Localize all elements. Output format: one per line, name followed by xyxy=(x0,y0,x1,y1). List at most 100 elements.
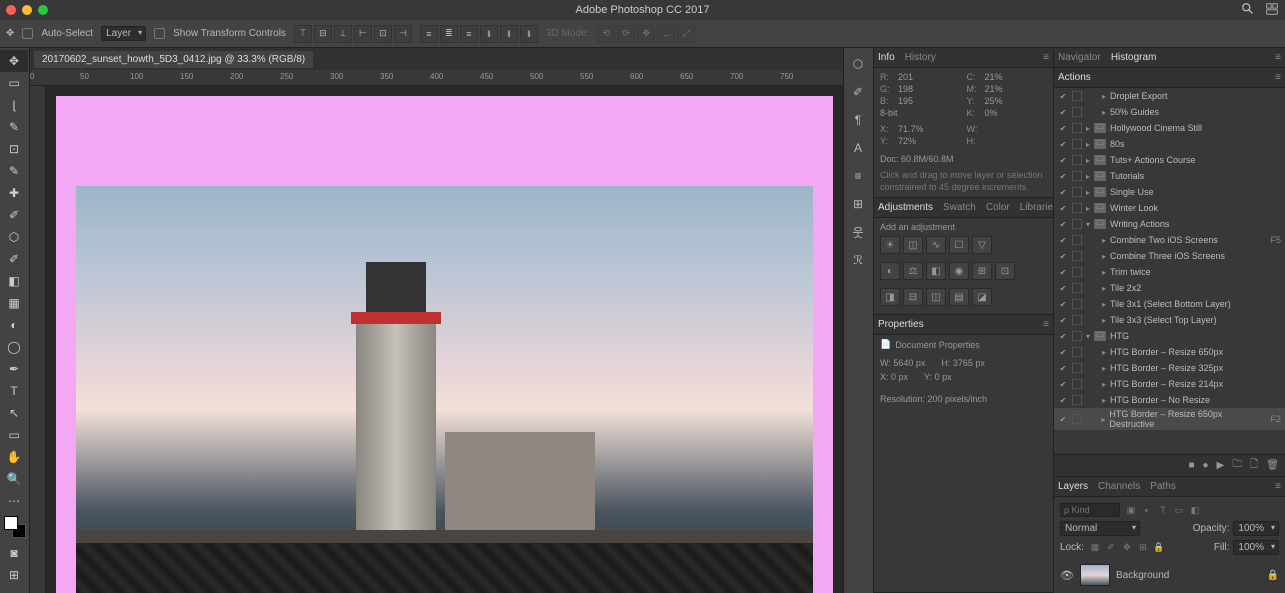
tab-histogram[interactable]: Histogram xyxy=(1111,52,1157,63)
adj-hue-icon[interactable]: ◐ xyxy=(880,262,900,280)
action-dialog-icon[interactable] xyxy=(1072,283,1082,293)
action-check-icon[interactable] xyxy=(1058,331,1068,341)
action-item[interactable]: ▸50% Guides xyxy=(1054,104,1285,120)
visibility-icon[interactable]: 👁 xyxy=(1060,569,1074,582)
move-tool[interactable]: ✥ xyxy=(0,50,28,72)
action-item[interactable]: ▸HTG Border – Resize 650px DestructiveF2 xyxy=(1054,408,1285,430)
auto-select-checkbox[interactable] xyxy=(22,28,33,39)
adj-vibrance-icon[interactable]: ▽ xyxy=(972,236,992,254)
tab-channels[interactable]: Channels xyxy=(1098,481,1140,492)
action-check-icon[interactable] xyxy=(1058,187,1068,197)
action-item[interactable]: ▸Tile 2x2 xyxy=(1054,280,1285,296)
quick-select-tool[interactable]: ✎ xyxy=(0,116,28,138)
adj-levels-icon[interactable]: ◫ xyxy=(903,236,923,254)
filter-smart-icon[interactable]: ◧ xyxy=(1188,503,1202,517)
disclosure-icon[interactable]: ▸ xyxy=(1102,396,1106,405)
disclosure-icon[interactable]: ▾ xyxy=(1086,220,1090,229)
filter-type-icon[interactable]: T xyxy=(1156,503,1170,517)
new-set-icon[interactable]: 🗀 xyxy=(1232,457,1242,474)
action-item[interactable]: ▸🗀80s xyxy=(1054,136,1285,152)
action-item[interactable]: ▸HTG Border – No Resize xyxy=(1054,392,1285,408)
panel-menu-icon[interactable]: ≡ xyxy=(1043,319,1049,330)
panel-menu-icon[interactable]: ≡ xyxy=(1275,52,1281,63)
layers-filter-input[interactable] xyxy=(1060,503,1120,517)
action-dialog-icon[interactable] xyxy=(1072,155,1082,165)
disclosure-icon[interactable]: ▾ xyxy=(1086,332,1090,341)
action-dialog-icon[interactable] xyxy=(1072,139,1082,149)
disclosure-icon[interactable]: ▸ xyxy=(1102,108,1106,117)
action-item[interactable]: ▾🗀Writing Actions xyxy=(1054,216,1285,232)
tab-actions[interactable]: Actions xyxy=(1058,72,1091,83)
action-check-icon[interactable] xyxy=(1058,203,1068,213)
adj-brightness-icon[interactable]: ☀ xyxy=(880,236,900,254)
action-dialog-icon[interactable] xyxy=(1072,235,1082,245)
layer-name[interactable]: Background xyxy=(1116,570,1169,581)
healing-tool[interactable]: ✚ xyxy=(0,182,28,204)
disclosure-icon[interactable]: ▸ xyxy=(1102,364,1106,373)
action-item[interactable]: ▸🗀Tuts+ Actions Course xyxy=(1054,152,1285,168)
action-check-icon[interactable] xyxy=(1058,91,1068,101)
marquee-tool[interactable]: ▭ xyxy=(0,72,28,94)
align-left-icon[interactable]: ⊢ xyxy=(354,25,372,43)
align-right-icon[interactable]: ⊣ xyxy=(394,25,412,43)
lock-trans-icon[interactable]: ▦ xyxy=(1088,541,1102,555)
3d-roll-icon[interactable]: ⟳ xyxy=(617,25,635,43)
adj-mixer-icon[interactable]: ⊞ xyxy=(972,262,992,280)
history-brush-tool[interactable]: ✐ xyxy=(0,248,28,270)
maximize-icon[interactable] xyxy=(38,5,48,15)
tab-history[interactable]: History xyxy=(905,52,936,63)
action-item[interactable]: ▸Trim twice xyxy=(1054,264,1285,280)
action-check-icon[interactable] xyxy=(1058,235,1068,245)
action-dialog-icon[interactable] xyxy=(1072,347,1082,357)
action-check-icon[interactable] xyxy=(1058,267,1068,277)
action-item[interactable]: ▸Tile 3x1 (Select Bottom Layer) xyxy=(1054,296,1285,312)
adj-posterize-icon[interactable]: ⊟ xyxy=(903,288,923,306)
eyedropper-tool[interactable]: ✎ xyxy=(0,160,28,182)
action-dialog-icon[interactable] xyxy=(1072,395,1082,405)
disclosure-icon[interactable]: ▸ xyxy=(1086,156,1090,165)
edit-toolbar[interactable]: ⋯ xyxy=(0,490,28,512)
disclosure-icon[interactable]: ▸ xyxy=(1102,268,1106,277)
action-dialog-icon[interactable] xyxy=(1072,379,1082,389)
action-check-icon[interactable] xyxy=(1058,171,1068,181)
action-dialog-icon[interactable] xyxy=(1072,107,1082,117)
action-item[interactable]: ▸HTG Border – Resize 650px xyxy=(1054,344,1285,360)
disclosure-icon[interactable]: ▸ xyxy=(1086,140,1090,149)
disclosure-icon[interactable]: ▸ xyxy=(1086,172,1090,181)
screen-mode-tool[interactable]: ⊞ xyxy=(0,564,28,586)
adj-photo-filter-icon[interactable]: ◉ xyxy=(949,262,969,280)
ruler-vertical[interactable] xyxy=(30,86,46,593)
action-check-icon[interactable] xyxy=(1058,219,1068,229)
action-dialog-icon[interactable] xyxy=(1072,203,1082,213)
3d-slide-icon[interactable]: ↔ xyxy=(657,25,675,43)
tab-swatches[interactable]: Swatch xyxy=(943,202,976,213)
disclosure-icon[interactable]: ▸ xyxy=(1086,204,1090,213)
action-item[interactable]: ▸Droplet Export xyxy=(1054,88,1285,104)
adj-bw-icon[interactable]: ◧ xyxy=(926,262,946,280)
action-item[interactable]: ▸Combine Three iOS Screens xyxy=(1054,248,1285,264)
brush-tool[interactable]: ✐ xyxy=(0,204,28,226)
type-tool[interactable]: T xyxy=(0,380,28,402)
action-check-icon[interactable] xyxy=(1058,363,1068,373)
tab-navigator[interactable]: Navigator xyxy=(1058,52,1101,63)
tab-adjustments[interactable]: Adjustments xyxy=(878,202,933,213)
action-dialog-icon[interactable] xyxy=(1072,187,1082,197)
action-check-icon[interactable] xyxy=(1058,251,1068,261)
minimize-icon[interactable] xyxy=(22,5,32,15)
crop-tool[interactable]: ⊡ xyxy=(0,138,28,160)
prop-h-value[interactable]: 3765 px xyxy=(953,358,985,368)
record-icon[interactable]: ● xyxy=(1203,460,1209,471)
lock-artboard-icon[interactable]: ⊞ xyxy=(1136,541,1150,555)
path-tool[interactable]: ↖ xyxy=(0,402,28,424)
action-dialog-icon[interactable] xyxy=(1072,331,1082,341)
tab-color[interactable]: Color xyxy=(986,202,1010,213)
action-check-icon[interactable] xyxy=(1058,379,1068,389)
tab-info[interactable]: Info xyxy=(878,52,895,63)
disclosure-icon[interactable]: ▸ xyxy=(1102,348,1106,357)
filter-image-icon[interactable]: ▣ xyxy=(1124,503,1138,517)
ruler-horizontal[interactable]: 0501001502002503003504004505005506006507… xyxy=(30,70,843,86)
panel-menu-icon[interactable]: ≡ xyxy=(1275,481,1281,492)
collapsed-panel-icon[interactable]: ⬡ xyxy=(844,52,872,76)
fill-input[interactable]: 100% xyxy=(1233,540,1279,555)
dist-hcenter-icon[interactable]: ‖ xyxy=(500,25,518,43)
